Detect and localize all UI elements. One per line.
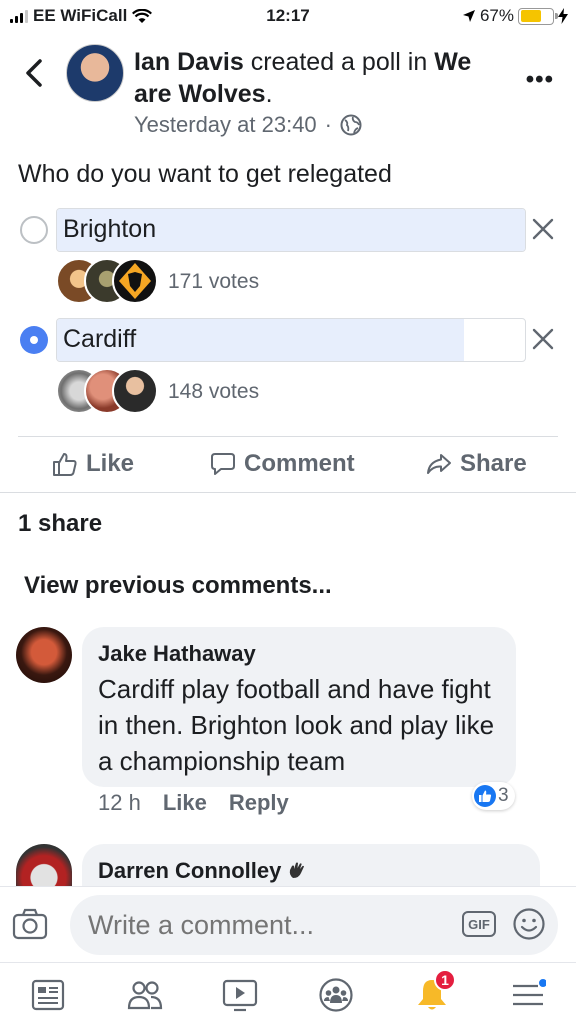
comment-bubble: Jake Hathaway Cardiff play football and …: [82, 627, 516, 787]
comment-label: Comment: [244, 450, 355, 477]
tab-groups[interactable]: [316, 975, 356, 1015]
tab-watch[interactable]: [220, 975, 260, 1015]
comment-reply-button[interactable]: Reply: [229, 790, 289, 816]
waving-hand-icon: [290, 862, 305, 878]
reaction-count[interactable]: 3: [472, 782, 515, 810]
divider: [0, 492, 576, 493]
tab-news-feed[interactable]: [28, 975, 68, 1015]
commenter-name[interactable]: Jake Hathaway: [98, 641, 500, 667]
like-button[interactable]: Like: [52, 450, 134, 478]
comment-meta: 12 h Like Reply: [98, 790, 289, 816]
action-text: created a poll in: [243, 48, 435, 76]
divider: [18, 436, 558, 437]
share-label: Share: [460, 450, 527, 477]
group-suffix: .: [265, 80, 273, 108]
voter-avatar: [112, 368, 158, 414]
gif-button[interactable]: GIF: [462, 911, 496, 937]
watch-video-icon: [222, 979, 258, 1012]
like-label: Like: [86, 450, 135, 477]
remove-option-icon[interactable]: [528, 214, 558, 244]
remove-option-icon[interactable]: [528, 324, 558, 354]
comment-like-button[interactable]: Like: [163, 790, 207, 816]
share-button[interactable]: Share: [426, 450, 527, 478]
commenter-avatar[interactable]: [16, 627, 72, 683]
post-actions: Like Comment Share: [0, 444, 576, 488]
back-chevron-icon[interactable]: [20, 56, 50, 90]
poll-option-cardiff[interactable]: Cardiff: [18, 318, 558, 362]
author-avatar[interactable]: [66, 44, 124, 102]
share-count[interactable]: 1 share: [18, 510, 102, 538]
location-arrow-icon: [462, 10, 475, 22]
comment-time: 12 h: [98, 790, 141, 815]
commenter-avatar[interactable]: [16, 844, 72, 886]
voter-avatar: [112, 258, 158, 304]
notification-badge: 1: [434, 969, 456, 991]
radio-button-selected[interactable]: [20, 326, 48, 354]
poll-option-label: Cardiff: [63, 325, 137, 353]
globe-icon: [340, 114, 362, 136]
poll-option-label: Brighton: [63, 215, 157, 243]
post-timestamp[interactable]: Yesterday at 23:40: [134, 112, 317, 138]
thumbs-up-icon: [53, 453, 77, 476]
poll-question: Who do you want to get relegated: [18, 160, 392, 188]
radio-button[interactable]: [20, 216, 48, 244]
emoji-icon[interactable]: [512, 907, 546, 941]
more-options-icon[interactable]: •••: [526, 66, 554, 94]
news-feed-icon: [31, 979, 65, 1011]
battery-info: 67%: [462, 6, 568, 26]
share-arrow-icon: [427, 454, 451, 474]
poll-option-brighton[interactable]: Brighton: [18, 208, 558, 252]
post-title: Ian Davis created a poll in We are Wolve…: [134, 46, 504, 110]
tab-friends[interactable]: [125, 975, 165, 1015]
vote-count: 148 votes: [168, 380, 260, 403]
comment-button[interactable]: Comment: [210, 450, 355, 478]
comment-bubble: Darren Connolley: [82, 844, 540, 886]
post-header: Ian Davis created a poll in We are Wolve…: [0, 42, 576, 142]
voters-cardiff[interactable]: 148 votes: [56, 368, 356, 418]
view-previous-comments[interactable]: View previous comments...: [24, 572, 332, 600]
battery-percent: 67%: [479, 6, 514, 25]
poll-option-bar[interactable]: Brighton: [56, 208, 526, 252]
comment-bubble-icon: [211, 453, 235, 475]
vote-count: 171 votes: [168, 270, 260, 293]
author-name[interactable]: Ian Davis: [134, 48, 244, 76]
tab-menu[interactable]: [508, 975, 548, 1015]
status-bar: EE WiFiCall 12:17 67%: [0, 0, 576, 32]
bottom-tab-bar: 1: [0, 962, 576, 1024]
post-meta: Yesterday at 23:40 ·: [134, 112, 362, 138]
friends-icon: [127, 981, 163, 1010]
commenter-name[interactable]: Darren Connolley: [98, 858, 281, 884]
like-reaction-icon: [474, 785, 496, 807]
wolves-crest-icon: [119, 263, 151, 299]
charging-bolt-icon: [558, 8, 568, 24]
tab-notifications[interactable]: 1: [412, 969, 456, 1015]
battery-icon: [518, 7, 558, 25]
reaction-number: 3: [498, 785, 509, 806]
comment-text: Cardiff play football and have fight in …: [98, 674, 495, 776]
camera-icon[interactable]: [12, 907, 48, 941]
voters-brighton[interactable]: 171 votes: [56, 258, 356, 308]
commenter-name-row: Darren Connolley: [98, 858, 524, 884]
hamburger-menu-icon: [513, 979, 546, 1006]
comment-composer: GIF: [0, 886, 576, 962]
groups-icon: [319, 978, 353, 1012]
poll-option-bar[interactable]: Cardiff: [56, 318, 526, 362]
meta-separator: ·: [324, 112, 332, 137]
